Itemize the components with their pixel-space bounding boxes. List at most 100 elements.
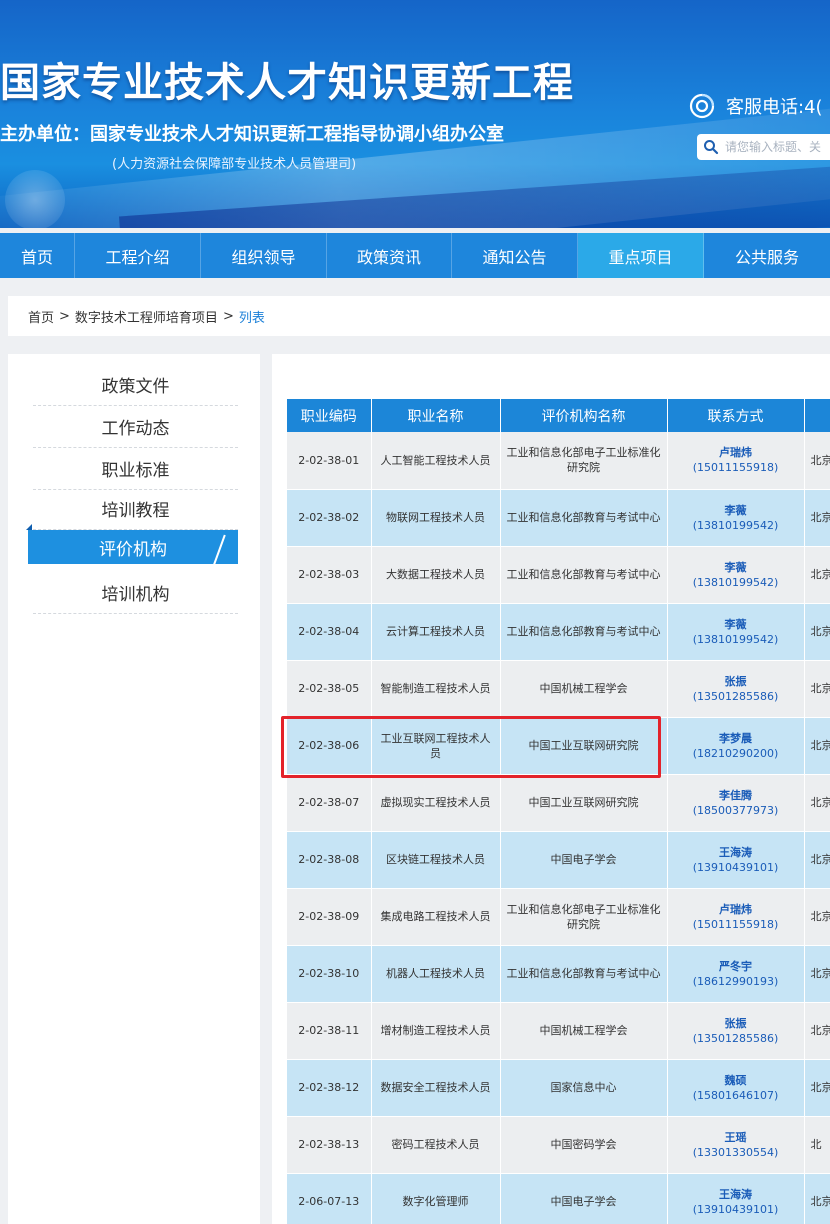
cell-address: 北京	[804, 945, 830, 1003]
cell-org-name: 工业和信息化部电子工业标准化研究院	[500, 432, 668, 490]
cell-occupation-name: 大数据工程技术人员	[371, 546, 501, 604]
cell-contact: 李梦晨 (18210290200)	[667, 717, 805, 775]
cell-org-name: 中国机械工程学会	[500, 1002, 668, 1060]
cell-occupation-code: 2-02-38-12	[287, 1059, 372, 1117]
table-row: 2-02-38-02 物联网工程技术人员 工业和信息化部教育与考试中心 李薇 (1381…	[287, 489, 830, 547]
contact-phone: (13301330554)	[692, 1145, 779, 1159]
cell-org-name: 中国工业互联网研究院	[500, 774, 668, 832]
table-row: 2-02-38-01 人工智能工程技术人员 工业和信息化部电子工业标准化研究院 卢瑞炜…	[287, 432, 830, 490]
sidebar-item-policy-documents[interactable]: 政策文件	[33, 364, 238, 406]
cell-occupation-name: 增材制造工程技术人员	[371, 1002, 501, 1060]
sponsor-label: 主办单位：	[0, 124, 90, 145]
cell-occupation-name: 数据安全工程技术人员	[371, 1059, 501, 1117]
contact-name: 李梦晨	[719, 731, 752, 745]
cell-org-name: 中国密码学会	[500, 1116, 668, 1174]
search-icon[interactable]	[703, 139, 719, 155]
site-banner: 国家专业技术人才知识更新工程 主办单位：国家专业技术人才知识更新工程指导协调小组…	[0, 0, 830, 228]
contact-phone: (18210290200)	[692, 746, 779, 760]
contact-phone: (13501285586)	[692, 689, 779, 703]
cell-occupation-name: 密码工程技术人员	[371, 1116, 501, 1174]
contact-name: 李佳腾	[719, 788, 752, 802]
cell-contact: 魏硕 (15801646107)	[667, 1059, 805, 1117]
nav-organization[interactable]: 组织领导	[201, 233, 327, 278]
table-row: 2-02-38-12 数据安全工程技术人员 国家信息中心 魏硕 (15801646107…	[287, 1059, 830, 1117]
contact-name: 卢瑞炜	[719, 446, 752, 460]
cell-address: 北京	[804, 432, 830, 490]
sidebar-item-work-news[interactable]: 工作动态	[33, 406, 238, 448]
cell-org-name: 工业和信息化部电子工业标准化研究院	[500, 888, 668, 946]
cell-occupation-name: 智能制造工程技术人员	[371, 660, 501, 718]
header-occupation-code: 职业编码	[287, 399, 372, 432]
cell-address: 北京	[804, 1002, 830, 1060]
cell-occupation-code: 2-02-38-04	[287, 603, 372, 661]
table-row: 2-02-38-05 智能制造工程技术人员 中国机械工程学会 张振 (135012855…	[287, 660, 830, 718]
highlight-box	[281, 716, 661, 778]
cell-address: 北京	[804, 546, 830, 604]
sidebar-item-evaluation-orgs[interactable]: 评价机构	[26, 524, 238, 568]
nav-policy[interactable]: 政策资讯	[327, 233, 452, 278]
cell-occupation-name: 物联网工程技术人员	[371, 489, 501, 547]
cell-org-name: 中国机械工程学会	[500, 660, 668, 718]
evaluation-org-table: 职业编码 职业名称 评价机构名称 联系方式 2-02-38-01 人工智能工程技术…	[287, 399, 830, 1224]
table-row: 2-02-38-11 增材制造工程技术人员 中国机械工程学会 张振 (135012855…	[287, 1002, 830, 1060]
contact-phone: (13910439101)	[692, 1202, 779, 1216]
contact-phone: (13910439101)	[692, 860, 779, 874]
cell-occupation-code: 2-02-38-03	[287, 546, 372, 604]
contact-name: 王海涛	[719, 845, 752, 859]
sponsor-subtitle: (人力资源社会保障部专业技术人员管理司)	[112, 157, 357, 172]
cell-contact: 严冬宇 (18612990193)	[667, 945, 805, 1003]
hotline-text: 客服电话:4(	[726, 97, 823, 118]
breadcrumb-section[interactable]: 数字技术工程师培育项目	[75, 307, 218, 326]
contact-name: 李薇	[724, 617, 747, 631]
breadcrumb-home[interactable]: 首页	[28, 307, 54, 326]
sidebar-item-tutorials[interactable]: 培训教程	[33, 488, 238, 530]
nav-project-intro[interactable]: 工程介绍	[75, 233, 201, 278]
cell-address: 北京	[804, 888, 830, 946]
cell-occupation-name: 人工智能工程技术人员	[371, 432, 501, 490]
cell-org-name: 工业和信息化部教育与考试中心	[500, 546, 668, 604]
table-row: 2-02-38-08 区块链工程技术人员 中国电子学会 王海涛 (13910439101…	[287, 831, 830, 889]
cell-org-name: 工业和信息化部教育与考试中心	[500, 945, 668, 1003]
slash-decoration	[212, 534, 226, 568]
cell-contact: 李薇 (13810199542)	[667, 603, 805, 661]
table-row: 2-02-38-09 集成电路工程技术人员 工业和信息化部电子工业标准化研究院 卢瑞炜…	[287, 888, 830, 946]
cell-contact: 卢瑞炜 (15011155918)	[667, 432, 805, 490]
cell-address: 北京	[804, 717, 830, 775]
contact-name: 王瑶	[724, 1130, 747, 1144]
sponsor-line: 主办单位：国家专业技术人才知识更新工程指导协调小组办公室	[0, 120, 504, 146]
breadcrumb: 首页 > 数字技术工程师培育项目 > 列表	[8, 296, 830, 336]
nav-key-projects[interactable]: 重点项目	[578, 233, 704, 278]
contact-name: 魏硕	[724, 1073, 747, 1087]
contact-phone: (18612990193)	[692, 974, 779, 988]
search-input[interactable]	[725, 140, 830, 154]
cell-occupation-name: 集成电路工程技术人员	[371, 888, 501, 946]
breadcrumb-separator: >	[59, 308, 70, 324]
cell-contact: 王海涛 (13910439101)	[667, 1173, 805, 1224]
content-panel: 职业编码 职业名称 评价机构名称 联系方式 2-02-38-01 人工智能工程技术…	[272, 354, 830, 1224]
cell-address: 北	[804, 1116, 830, 1174]
table-header-row: 职业编码 职业名称 评价机构名称 联系方式	[287, 399, 830, 432]
cell-address: 北京	[804, 660, 830, 718]
sidebar-item-standards[interactable]: 职业标准	[33, 448, 238, 490]
cell-contact: 李佳腾 (18500377973)	[667, 774, 805, 832]
contact-phone: (13810199542)	[692, 632, 779, 646]
header-occupation-name: 职业名称	[371, 399, 501, 432]
sidebar: 政策文件 工作动态 职业标准 培训教程 评价机构 培训机构	[8, 354, 260, 1224]
breadcrumb-separator: >	[222, 308, 234, 324]
cell-occupation-code: 2-02-38-08	[287, 831, 372, 889]
nav-public-services[interactable]: 公共服务	[704, 233, 830, 278]
cell-occupation-code: 2-02-38-09	[287, 888, 372, 946]
table-row: 2-02-38-04 云计算工程技术人员 工业和信息化部教育与考试中心 李薇 (1381…	[287, 603, 830, 661]
cell-occupation-name: 区块链工程技术人员	[371, 831, 501, 889]
hotline: 客服电话:4(	[688, 92, 830, 120]
nav-home[interactable]: 首页	[0, 233, 75, 278]
table-row: 2-02-38-03 大数据工程技术人员 工业和信息化部教育与考试中心 李薇 (1381…	[287, 546, 830, 604]
search-box[interactable]	[697, 134, 830, 160]
cell-address: 北京	[804, 603, 830, 661]
sidebar-item-training-orgs[interactable]: 培训机构	[33, 572, 238, 614]
nav-notices[interactable]: 通知公告	[452, 233, 578, 278]
headset-icon	[689, 93, 715, 119]
cell-contact: 李薇 (13810199542)	[667, 489, 805, 547]
cell-occupation-name: 机器人工程技术人员	[371, 945, 501, 1003]
contact-phone: (15801646107)	[692, 1088, 779, 1102]
